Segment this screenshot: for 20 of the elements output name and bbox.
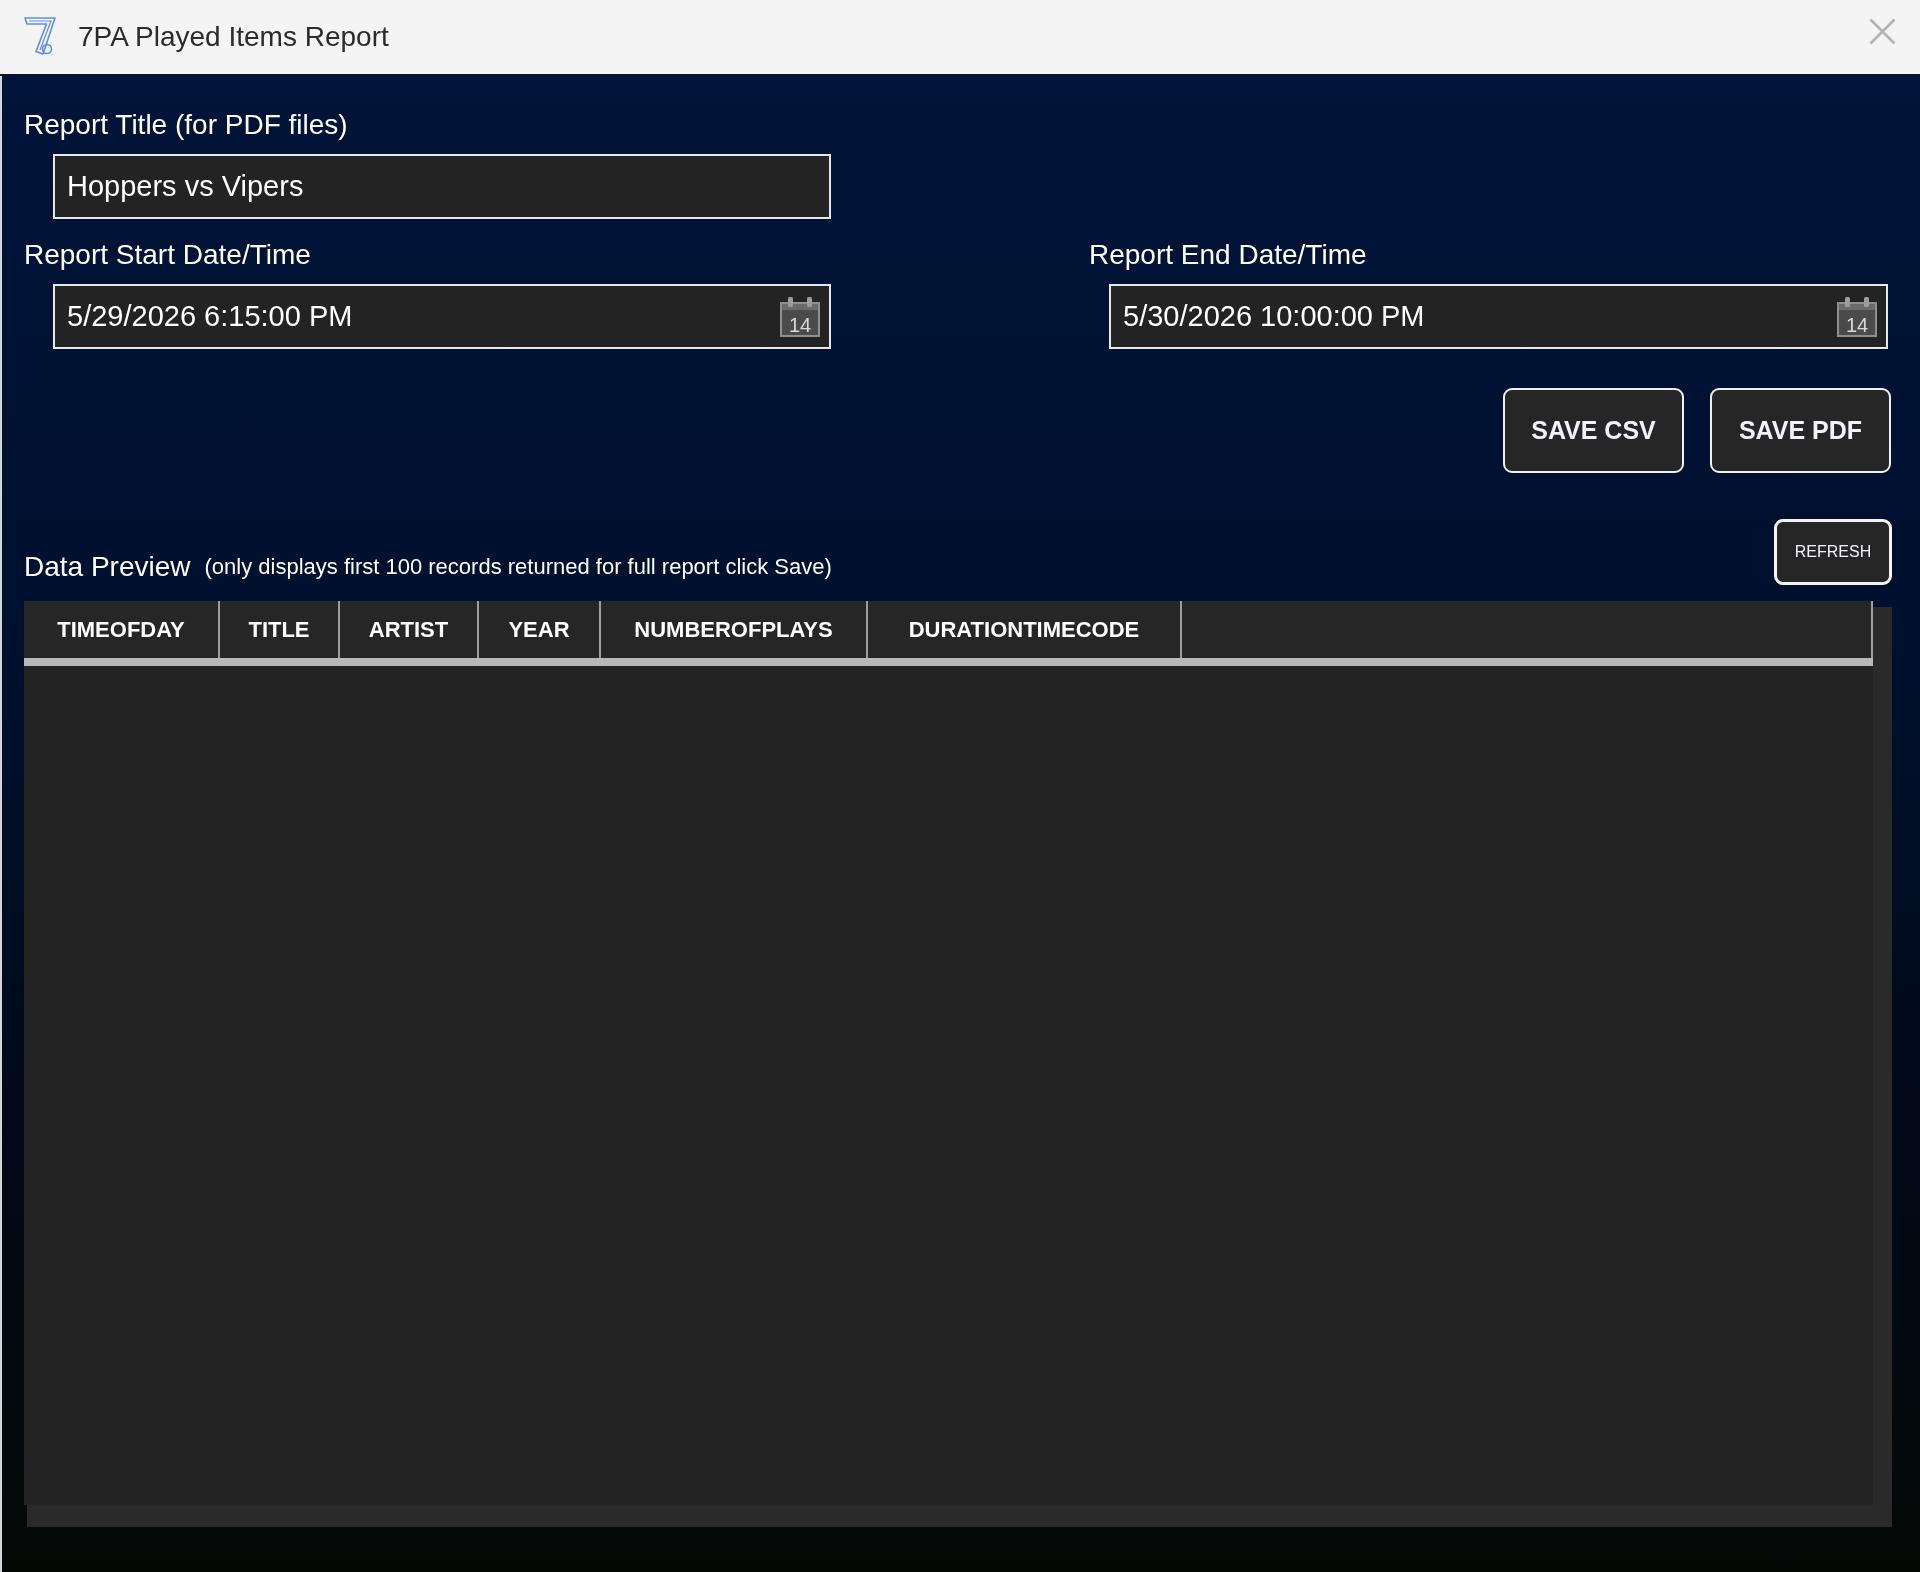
column-header[interactable]: YEAR [479,601,601,658]
close-icon [1869,18,1896,45]
date-time-field[interactable]: 5/30/2026 10:00:00 PM 14 [1109,284,1888,349]
refresh-button[interactable]: REFRESH [1774,519,1892,585]
column-header[interactable]: NUMBEROFPLAYS [601,601,868,658]
preview-note: (only displays first 100 records returned for full report click Save) [204,553,832,580]
field-label: Report End Date/Time [1089,238,1367,272]
column-header[interactable]: TIMEOFDAY [24,601,220,658]
save-button[interactable]: SAVE PDF [1710,388,1891,473]
column-header[interactable]: TITLE [220,601,340,658]
field-label: Report Start Date/Time [24,238,311,272]
section-label: Data Preview [24,550,191,584]
column-header[interactable]: DURATIONTIMECODE [868,601,1182,658]
field-label: Report Title (for PDF files) [24,108,348,142]
app-logo-icon [23,16,56,56]
window-title: 7PA Played Items Report [78,20,390,54]
save-button[interactable]: SAVE CSV [1503,388,1684,473]
date-time-field[interactable]: 5/29/2026 6:15:00 PM 14 [53,284,831,349]
column-header[interactable]: ARTIST [340,601,479,658]
report-title-field[interactable]: Hoppers vs Vipers [53,154,831,219]
